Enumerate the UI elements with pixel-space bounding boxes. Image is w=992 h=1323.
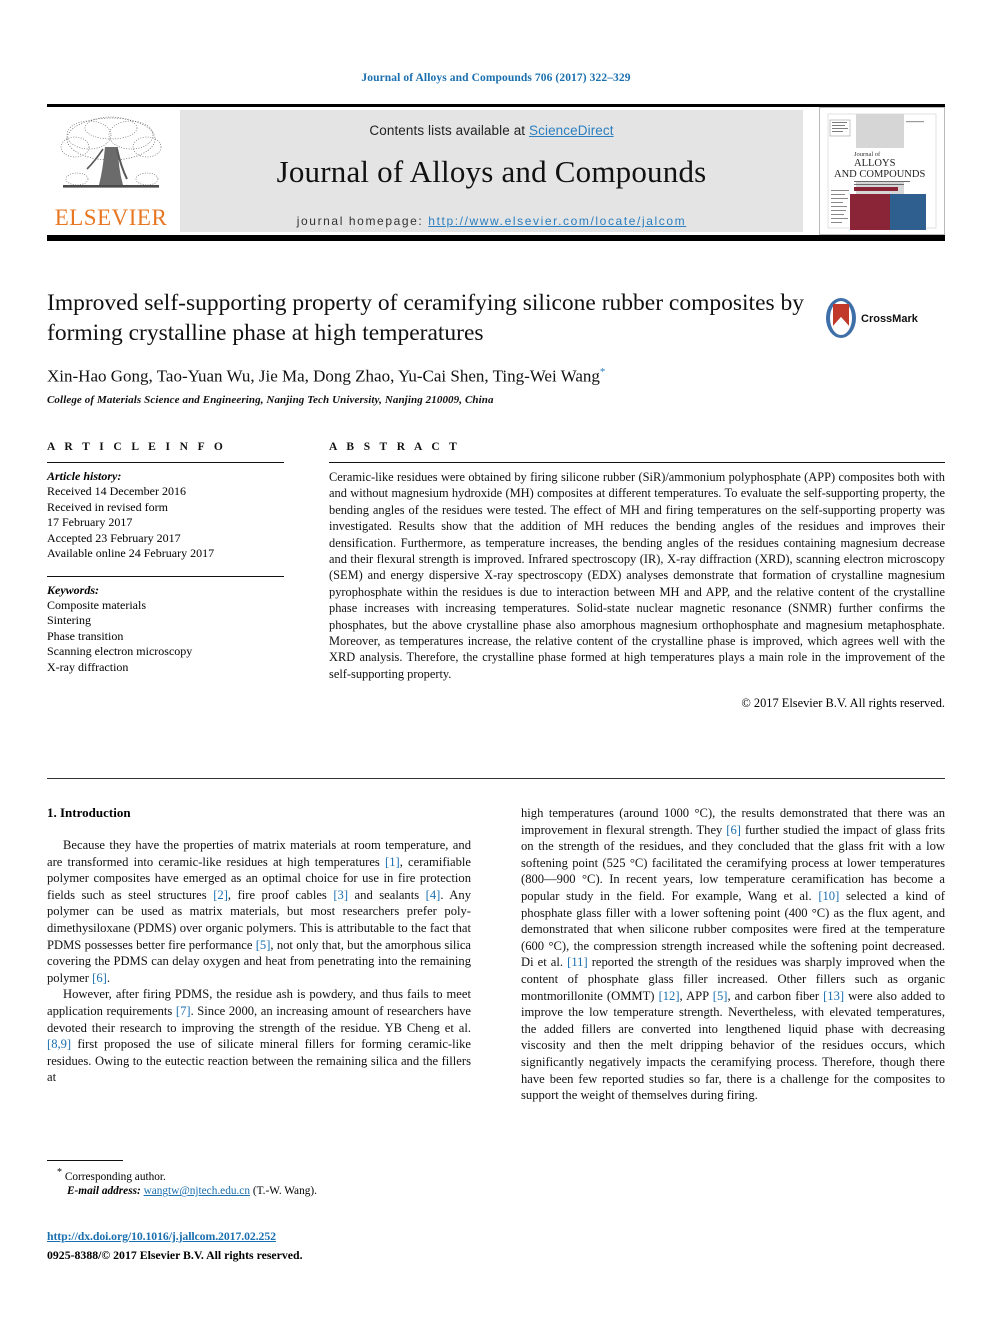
- sciencedirect-link[interactable]: ScienceDirect: [529, 123, 614, 138]
- footnote-block: * Corresponding author. E-mail address: …: [47, 1160, 471, 1199]
- intro-paragraph: Because they have the properties of matr…: [47, 838, 471, 985]
- abstract-copyright: © 2017 Elsevier B.V. All rights reserved…: [741, 696, 945, 711]
- keywords-label: Keywords:: [47, 582, 99, 597]
- journal-homepage-link[interactable]: http://www.elsevier.com/locate/jalcom: [428, 214, 686, 228]
- body-column-left: 1. Introduction Because they have the pr…: [47, 805, 471, 1086]
- masthead-bottom-rule: [47, 235, 945, 241]
- footnote-rule: [47, 1160, 123, 1161]
- citation-ref[interactable]: [8,9]: [47, 1037, 71, 1051]
- contents-list-line: Contents lists available at ScienceDirec…: [180, 110, 803, 138]
- footnote-star-icon: *: [57, 1167, 62, 1178]
- article-info-rule: [47, 462, 284, 463]
- contents-prefix: Contents lists available at: [369, 123, 530, 138]
- citation-ref[interactable]: [5]: [256, 938, 271, 952]
- abstract-text: Ceramic-like residues were obtained by f…: [329, 470, 945, 681]
- citation-ref[interactable]: [11]: [567, 955, 588, 969]
- article-info-heading: A R T I C L E I N F O: [47, 441, 227, 453]
- intro-paragraph: high temperatures (around 1000 °C), the …: [521, 806, 946, 1103]
- homepage-prefix: journal homepage:: [296, 214, 429, 228]
- keyword-item: X-ray diffraction: [47, 659, 129, 674]
- journal-homepage-line: journal homepage: http://www.elsevier.co…: [180, 190, 803, 228]
- citation-ref[interactable]: [6]: [726, 823, 741, 837]
- doi-block: http://dx.doi.org/10.1016/j.jallcom.2017…: [47, 1227, 471, 1263]
- journal-masthead: ELSEVIER Contents lists available at Sci…: [47, 104, 945, 241]
- body-column-right: high temperatures (around 1000 °C), the …: [521, 805, 945, 1104]
- article-history-item: 17 February 2017: [47, 515, 133, 529]
- doi-link[interactable]: http://dx.doi.org/10.1016/j.jallcom.2017…: [47, 1229, 276, 1243]
- email-label: E-mail address:: [67, 1185, 141, 1198]
- abstract-heading: A B S T R A C T: [329, 441, 461, 453]
- elsevier-logo: ELSEVIER: [47, 113, 175, 235]
- svg-text:CrossMark: CrossMark: [861, 313, 919, 325]
- citation-ref[interactable]: [5]: [713, 989, 728, 1003]
- corresponding-author-note: * Corresponding author.: [47, 1166, 471, 1184]
- keyword-item: Sintering: [47, 613, 91, 627]
- email-note: E-mail address: wangtw@njtech.edu.cn (T.…: [47, 1184, 471, 1199]
- email-suffix: (T.-W. Wang).: [252, 1185, 317, 1198]
- keyword-item: Phase transition: [47, 628, 124, 643]
- page-title: Improved self-supporting property of cer…: [47, 290, 805, 346]
- article-history-item: Received in revised form: [47, 499, 168, 514]
- section-title-introduction: 1. Introduction: [47, 805, 131, 820]
- keyword-item: Scanning electron microscopy: [47, 644, 193, 658]
- keywords-rule: [47, 575, 284, 577]
- corresponding-author-text: Corresponding author.: [64, 1170, 166, 1183]
- citation-ref[interactable]: [2]: [213, 888, 228, 902]
- journal-cover-thumbnail: Journal of ALLOYS AND COMPOUNDS: [819, 107, 945, 235]
- citation-ref[interactable]: [7]: [176, 1004, 191, 1018]
- svg-text:Journal of: Journal of: [854, 151, 881, 158]
- article-history-label: Article history:: [47, 469, 122, 483]
- authors-text: Xin-Hao Gong, Tao-Yuan Wu, Jie Ma, Dong …: [47, 366, 600, 386]
- citation-ref[interactable]: [10]: [818, 889, 839, 903]
- article-history-item: Received 14 December 2016: [47, 484, 186, 498]
- article-history-item: Available online 24 February 2017: [47, 546, 215, 560]
- elsevier-wordmark: ELSEVIER: [54, 205, 168, 230]
- abstract-rule: [329, 462, 945, 463]
- keyword-item: Composite materials: [47, 597, 146, 612]
- citation-ref[interactable]: [4]: [426, 888, 441, 902]
- author-list: Xin-Hao Gong, Tao-Yuan Wu, Jie Ma, Dong …: [47, 366, 945, 387]
- article-info-column: A R T I C L E I N F O Article history: R…: [47, 441, 284, 675]
- masthead-body: ELSEVIER Contents lists available at Sci…: [47, 107, 945, 235]
- abstract-column: A B S T R A C T Ceramic-like residues we…: [329, 441, 945, 711]
- paper-page: Journal of Alloys and Compounds 706 (201…: [0, 0, 992, 1323]
- citation-ref[interactable]: [12]: [659, 989, 680, 1003]
- corresponding-author-marker: *: [599, 366, 606, 378]
- masthead-centre-panel: Contents lists available at ScienceDirec…: [180, 110, 803, 232]
- citation-ref[interactable]: [3]: [333, 888, 348, 902]
- elsevier-tree-icon: [60, 116, 162, 188]
- citation-ref[interactable]: [6]: [92, 971, 107, 985]
- citation-ref[interactable]: [1]: [385, 855, 400, 869]
- affiliation: College of Materials Science and Enginee…: [47, 393, 494, 406]
- crossmark-icon: CrossMark: [826, 298, 919, 338]
- abstract-section-divider: [47, 778, 945, 779]
- email-link[interactable]: wangtw@njtech.edu.cn: [144, 1185, 250, 1197]
- journal-cover-image: Journal of ALLOYS AND COMPOUNDS: [820, 108, 944, 234]
- svg-text:AND COMPOUNDS: AND COMPOUNDS: [834, 169, 925, 180]
- running-head: Journal of Alloys and Compounds 706 (201…: [361, 72, 631, 84]
- article-history-item: Accepted 23 February 2017: [47, 530, 181, 545]
- citation-ref[interactable]: [13]: [823, 989, 844, 1003]
- journal-title: Journal of Alloys and Compounds: [276, 154, 707, 189]
- crossmark-badge[interactable]: CrossMark: [819, 296, 925, 340]
- issn-copyright-line: 0925-8388/© 2017 Elsevier B.V. All right…: [47, 1248, 303, 1262]
- intro-paragraph: However, after firing PDMS, the residue …: [47, 987, 471, 1085]
- title-block: Improved self-supporting property of cer…: [47, 288, 945, 406]
- svg-text:ALLOYS: ALLOYS: [854, 158, 896, 169]
